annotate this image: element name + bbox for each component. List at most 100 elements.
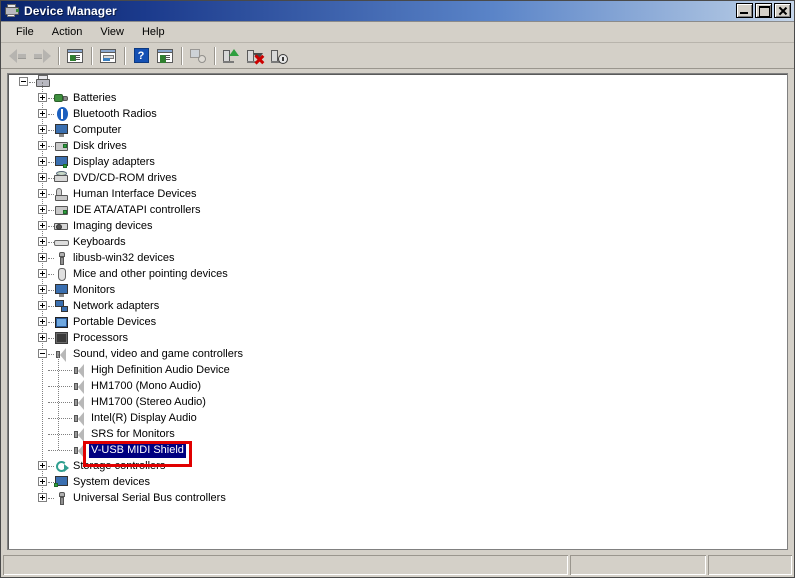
help-question-icon: ?: [133, 48, 149, 63]
tree-item[interactable]: libusb-win32 devices: [8, 250, 787, 266]
uninstall-device-button[interactable]: [243, 44, 267, 67]
collapse-icon[interactable]: [19, 77, 28, 86]
help-button[interactable]: ?: [129, 44, 153, 67]
expand-icon[interactable]: [38, 125, 47, 134]
tree-item[interactable]: Imaging devices: [8, 218, 787, 234]
tree-item[interactable]: SRS for Monitors: [8, 426, 787, 442]
tree-item-label[interactable]: Monitors: [71, 282, 117, 298]
tree-item[interactable]: Sound, video and game controllers: [8, 346, 787, 362]
expand-icon[interactable]: [38, 157, 47, 166]
status-middle-pane: [570, 555, 706, 575]
tree-item[interactable]: Disk drives: [8, 138, 787, 154]
maximize-button[interactable]: [755, 3, 772, 18]
tree-item-label[interactable]: Keyboards: [71, 234, 128, 250]
show-tree-pane-button[interactable]: [153, 44, 177, 67]
scan-hardware-button[interactable]: [186, 44, 210, 67]
expand-icon[interactable]: [38, 301, 47, 310]
tree-item[interactable]: V-USB MIDI Shield: [8, 442, 787, 458]
tree-item-label[interactable]: DVD/CD-ROM drives: [71, 170, 179, 186]
tree-item-label[interactable]: High Definition Audio Device: [89, 362, 232, 378]
tree-item-label[interactable]: Bluetooth Radios: [71, 106, 159, 122]
tree-item[interactable]: HM1700 (Stereo Audio): [8, 394, 787, 410]
tree-item[interactable]: Keyboards: [8, 234, 787, 250]
tree-item[interactable]: Human Interface Devices: [8, 186, 787, 202]
expand-icon[interactable]: [38, 237, 47, 246]
tree-item[interactable]: Processors: [8, 330, 787, 346]
tree-item[interactable]: HM1700 (Mono Audio): [8, 378, 787, 394]
expand-icon[interactable]: [38, 93, 47, 102]
tree-item-label[interactable]: Mice and other pointing devices: [71, 266, 230, 282]
tree-item-label[interactable]: Processors: [71, 330, 130, 346]
tree-item-label[interactable]: libusb-win32 devices: [71, 250, 177, 266]
tree-item[interactable]: Universal Serial Bus controllers: [8, 490, 787, 506]
expand-icon[interactable]: [38, 253, 47, 262]
menu-item-help[interactable]: Help: [133, 24, 174, 40]
minimize-button[interactable]: [736, 3, 753, 18]
expand-icon[interactable]: [38, 269, 47, 278]
tree-item-label[interactable]: Batteries: [71, 90, 118, 106]
expand-icon[interactable]: [38, 333, 47, 342]
tree-item[interactable]: Bluetooth Radios: [8, 106, 787, 122]
tree-item[interactable]: Computer: [8, 122, 787, 138]
tree-item-label[interactable]: Storage controllers: [71, 458, 167, 474]
expand-icon[interactable]: [38, 493, 47, 502]
tree-item[interactable]: Monitors: [8, 282, 787, 298]
device-tree-panel[interactable]: Batteries Bluetooth Radios Computer Disk dr…: [7, 73, 788, 550]
tree-item-label[interactable]: Imaging devices: [71, 218, 155, 234]
expand-icon[interactable]: [38, 477, 47, 486]
close-button[interactable]: [774, 3, 791, 18]
update-driver-button[interactable]: [219, 44, 243, 67]
menu-item-action[interactable]: Action: [43, 24, 92, 40]
tree-root-item[interactable]: [8, 74, 787, 90]
expand-icon[interactable]: [38, 317, 47, 326]
tree-pane-icon: [157, 48, 173, 63]
expand-icon[interactable]: [38, 189, 47, 198]
tree-item[interactable]: Portable Devices: [8, 314, 787, 330]
tree-item[interactable]: System devices: [8, 474, 787, 490]
expand-icon[interactable]: [38, 461, 47, 470]
tree-item-label[interactable]: Human Interface Devices: [71, 186, 199, 202]
tree-item-label[interactable]: IDE ATA/ATAPI controllers: [71, 202, 203, 218]
bluetooth-icon: [54, 107, 70, 122]
tree-item[interactable]: Network adapters: [8, 298, 787, 314]
tree-item-label[interactable]: Computer: [71, 122, 123, 138]
tree-item-label[interactable]: Intel(R) Display Audio: [89, 410, 199, 426]
show-hide-console-tree-button[interactable]: [63, 44, 87, 67]
tree-item-label[interactable]: HM1700 (Mono Audio): [89, 378, 203, 394]
tree-item[interactable]: High Definition Audio Device: [8, 362, 787, 378]
expand-icon[interactable]: [38, 141, 47, 150]
properties-button[interactable]: [96, 44, 120, 67]
tree-item[interactable]: DVD/CD-ROM drives: [8, 170, 787, 186]
collapse-icon[interactable]: [38, 349, 47, 358]
menu-item-file[interactable]: File: [7, 24, 43, 40]
tree-item[interactable]: Storage controllers: [8, 458, 787, 474]
tree-item[interactable]: Batteries: [8, 90, 787, 106]
expand-icon[interactable]: [38, 221, 47, 230]
expand-icon[interactable]: [38, 109, 47, 118]
tree-item-label[interactable]: Network adapters: [71, 298, 161, 314]
tree-item-label[interactable]: Display adapters: [71, 154, 157, 170]
tree-item-label[interactable]: HM1700 (Stereo Audio): [89, 394, 208, 410]
forward-button[interactable]: [30, 44, 54, 67]
menu-item-view[interactable]: View: [91, 24, 133, 40]
tree-item-label[interactable]: Sound, video and game controllers: [71, 346, 245, 362]
tree-connector: [48, 418, 72, 419]
tree-item[interactable]: IDE ATA/ATAPI controllers: [8, 202, 787, 218]
tree-item-label[interactable]: Universal Serial Bus controllers: [71, 490, 228, 506]
tree-item-label-selected[interactable]: V-USB MIDI Shield: [89, 442, 186, 458]
back-button[interactable]: [6, 44, 30, 67]
mouse-icon: [54, 267, 70, 282]
tree-item-label[interactable]: Portable Devices: [71, 314, 158, 330]
disable-device-button[interactable]: [267, 44, 291, 67]
expand-icon[interactable]: [38, 173, 47, 182]
tree-item-label[interactable]: SRS for Monitors: [89, 426, 177, 442]
dvd-drive-icon: [54, 171, 70, 186]
tree-item[interactable]: Mice and other pointing devices: [8, 266, 787, 282]
tree-item-label[interactable]: System devices: [71, 474, 152, 490]
tree-item-label[interactable]: Disk drives: [71, 138, 129, 154]
tree-item[interactable]: Display adapters: [8, 154, 787, 170]
window-controls: [736, 3, 791, 18]
expand-icon[interactable]: [38, 205, 47, 214]
expand-icon[interactable]: [38, 285, 47, 294]
tree-item[interactable]: Intel(R) Display Audio: [8, 410, 787, 426]
